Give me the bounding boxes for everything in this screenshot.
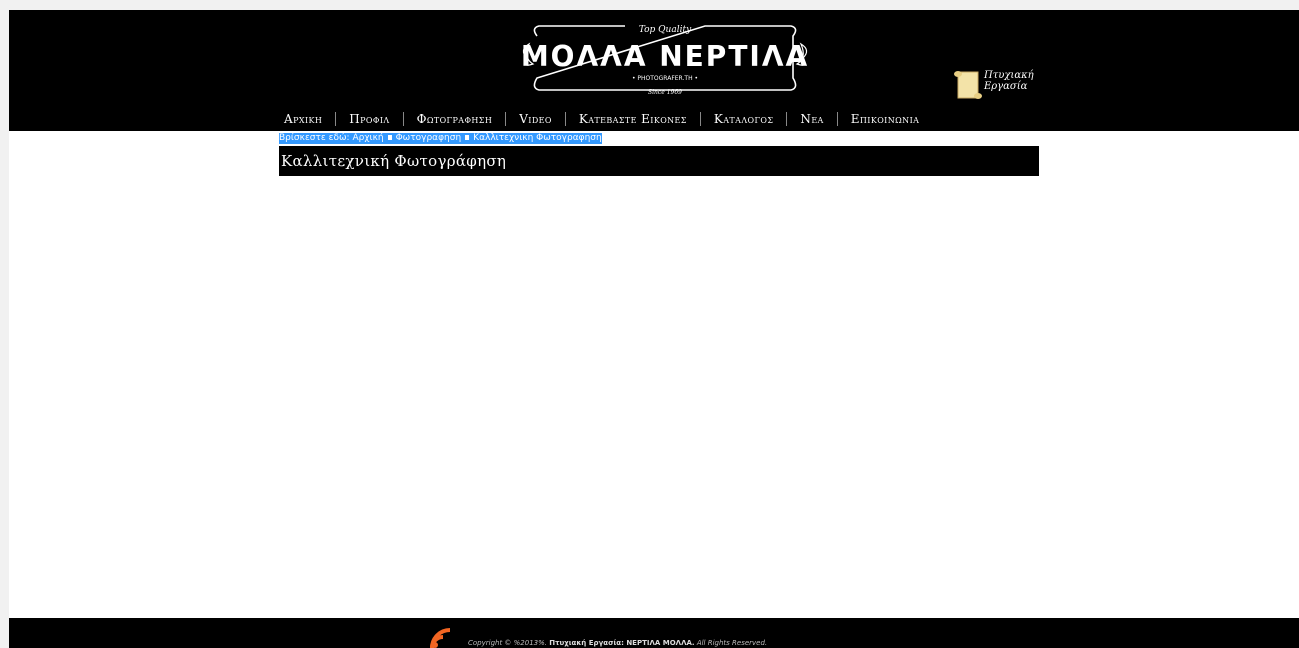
page-title: Καλλιτεχνική Φωτογράφηση [281,152,507,170]
copyright-text: Copyright © %2013%. Πτυχιακή Εργασία: ΝΕ… [468,639,767,647]
nav-contact[interactable]: Επικοινωνια [838,112,933,126]
logo-name: ΜΟΛΛΑ ΝΕΡΤΙΛΑ [521,40,809,73]
copyright-prefix: Copyright © %2013%. [468,639,547,647]
breadcrumb-item-home[interactable]: Αρχική [352,133,383,143]
rss-icon[interactable] [430,628,458,648]
breadcrumb-separator [465,135,470,140]
logo-top-line: Top Quality [639,25,692,35]
nav-profile[interactable]: Προφιλ [336,112,402,126]
site-header: Top Quality ΜΟΛΛΑ ΝΕΡΤΙΛΑ • PHOTOGRAFER.… [9,10,1299,131]
nav-catalog[interactable]: Καταλογος [701,112,787,126]
thesis-line2: Εργασία [984,81,1028,92]
scroll-icon [954,71,982,99]
site-logo[interactable]: Top Quality ΜΟΛΛΑ ΝΕΡΤΙΛΑ • PHOTOGRAFER.… [517,18,813,106]
thesis-label: Πτυχιακή Εργασία [984,70,1034,92]
logo-since: Since 1969 [648,89,682,96]
page-title-bar: Καλλιτεχνική Φωτογράφηση [279,146,1039,176]
nav-photography[interactable]: Φωτογραφηση [404,112,506,126]
breadcrumb-item-photography[interactable]: Φωτογραφηση [396,133,462,143]
breadcrumb-item-current: Καλλιτεχνικη Φωτογραφηση [473,133,602,143]
site-footer: Copyright © %2013%. Πτυχιακή Εργασία: ΝΕ… [9,618,1299,648]
breadcrumb: Βρίσκεστε εδώ: Αρχική Φωτογραφηση Καλλιτεχ… [279,133,602,144]
breadcrumb-prefix: Βρίσκεστε εδώ: [279,133,350,143]
logo-subtitle: • PHOTOGRAFER.TH • [632,75,698,82]
nav-downloads[interactable]: Κατεβαστε Εικονες [566,112,700,126]
nav-news[interactable]: Νεα [787,112,836,126]
breadcrumb-separator [387,135,392,140]
copyright-rights: All Rights Reserved. [696,639,768,647]
copyright-owner[interactable]: Πτυχιακή Εργασία: ΝΕΡΤΙΛΑ ΜΟΛΛΑ. [549,639,694,647]
logo-frame: Top Quality ΜΟΛΛΑ ΝΕΡΤΙΛΑ • PHOTOGRAFER.… [521,25,809,96]
nav-home[interactable]: Αρχικη [271,112,335,126]
thesis-badge[interactable]: Πτυχιακή Εργασία [954,66,1044,102]
page: Top Quality ΜΟΛΛΑ ΝΕΡΤΙΛΑ • PHOTOGRAFER.… [9,10,1299,648]
main-nav: Αρχικη Προφιλ Φωτογραφηση Video Κατεβαστ… [271,108,932,130]
thesis-line1: Πτυχιακή [984,70,1034,81]
nav-video[interactable]: Video [506,112,565,126]
